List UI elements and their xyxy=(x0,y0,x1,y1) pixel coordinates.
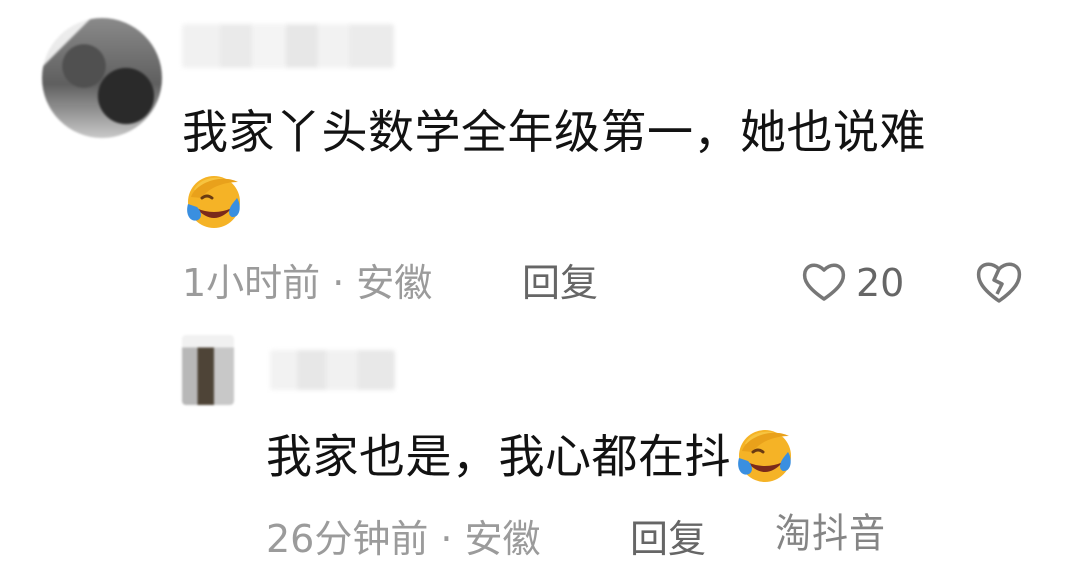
reply-location: 安徽 xyxy=(464,517,541,561)
reply-button[interactable]: 回复 xyxy=(522,260,598,306)
reply-meta: 26分钟前 · 安徽 xyxy=(266,516,540,562)
reply-text: 我家也是，我心都在抖 xyxy=(266,429,731,484)
separator-dot: · xyxy=(332,261,345,305)
username-blurred[interactable] xyxy=(182,24,394,68)
comment-text: 我家丫头数学全年级第一，她也说难 xyxy=(182,105,926,159)
comment-meta: 1小时前 · 安徽 xyxy=(182,260,432,306)
comment-time: 1小时前 xyxy=(182,261,321,305)
reply-comment-text: 我家也是，我心都在抖 xyxy=(266,428,797,492)
facepalm-laugh-icon xyxy=(182,168,246,232)
reply-reply-button[interactable]: 回复 xyxy=(630,516,706,562)
reply-username-blurred[interactable] xyxy=(270,350,395,390)
avatar[interactable] xyxy=(42,18,162,138)
facepalm-laugh-icon xyxy=(733,422,797,486)
heart-outline-icon[interactable] xyxy=(800,258,848,306)
broken-heart-icon[interactable] xyxy=(973,256,1025,308)
like-count: 20 xyxy=(856,261,905,305)
reply-avatar[interactable] xyxy=(182,335,234,405)
comment-location: 安徽 xyxy=(356,261,433,305)
separator-dot: · xyxy=(440,517,453,561)
watermark: 淘抖音 xyxy=(775,511,887,557)
reply-time: 26分钟前 xyxy=(266,517,429,561)
